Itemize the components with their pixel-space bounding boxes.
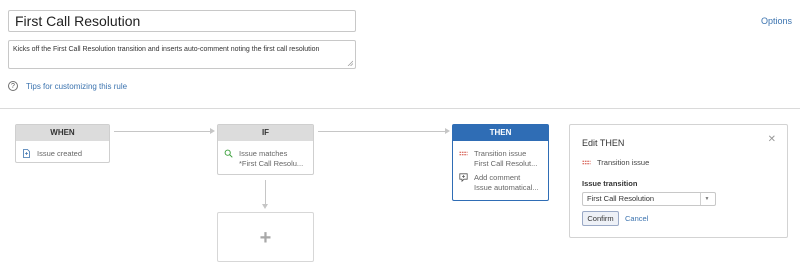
arrow-right-icon <box>445 128 450 134</box>
transition-icon <box>459 151 468 156</box>
tips-link[interactable]: Tips for customizing this rule <box>26 82 127 91</box>
resize-handle-icon[interactable] <box>347 60 353 66</box>
cancel-link[interactable]: Cancel <box>625 214 648 223</box>
chevron-down-icon[interactable]: ▼ <box>701 193 713 205</box>
if-item-line2: *First Call Resolu... <box>239 158 304 168</box>
connector-when-if <box>114 131 210 132</box>
document-icon <box>23 149 30 158</box>
search-icon <box>224 149 233 158</box>
if-node-header: IF <box>218 125 313 141</box>
if-item[interactable]: Issue matches *First Call Resolu... <box>218 149 313 168</box>
if-node[interactable]: IF Issue matches *First Call Resolu... <box>217 124 314 175</box>
when-item-label: Issue created <box>37 149 83 158</box>
arrow-down-icon <box>262 204 268 209</box>
confirm-button[interactable]: Confirm <box>582 211 619 226</box>
comment-icon <box>459 173 468 182</box>
rule-name-input[interactable]: First Call Resolution <box>8 10 356 32</box>
then-item-comment[interactable]: Add comment Issue automatical... <box>453 173 548 192</box>
then-item-transition[interactable]: Transition issue First Call Resolut... <box>453 149 548 168</box>
then-item-comment-line1: Add comment <box>474 173 521 182</box>
edit-panel-action: Transition issue <box>582 158 649 167</box>
then-item-transition-line2: First Call Resolut... <box>474 158 538 168</box>
edit-then-panel: Edit THEN ✕ Transition issue Issue trans… <box>569 124 788 238</box>
then-item-comment-line2: Issue automatical... <box>474 182 539 192</box>
plus-icon: + <box>259 227 272 249</box>
then-item-transition-line1: Transition issue <box>474 149 527 158</box>
edit-panel-action-label: Transition issue <box>597 158 650 167</box>
when-item[interactable]: Issue created <box>16 149 109 159</box>
when-node[interactable]: WHEN Issue created <box>15 124 110 163</box>
issue-transition-label: Issue transition <box>582 179 638 188</box>
edit-panel-title: Edit THEN <box>582 138 625 148</box>
close-icon[interactable]: ✕ <box>768 135 776 145</box>
if-item-line1: Issue matches <box>239 149 288 158</box>
when-node-header: WHEN <box>16 125 109 141</box>
issue-transition-select[interactable]: First Call Resolution ▼ <box>582 192 716 206</box>
tips-row: ? Tips for customizing this rule <box>8 80 127 92</box>
connector-if-add <box>265 180 266 204</box>
rule-description-textarea[interactable]: Kicks off the First Call Resolution tran… <box>8 40 356 69</box>
help-icon: ? <box>8 81 18 91</box>
issue-transition-value: First Call Resolution <box>587 194 655 203</box>
arrow-right-icon <box>210 128 215 134</box>
rule-description-text: Kicks off the First Call Resolution tran… <box>13 46 320 53</box>
add-component-button[interactable]: + <box>217 212 314 262</box>
section-divider <box>0 108 800 109</box>
connector-if-then <box>318 131 445 132</box>
then-node-header: THEN <box>453 125 548 141</box>
then-node[interactable]: THEN Transition issue First Call Resolut… <box>452 124 549 201</box>
transition-icon <box>582 160 591 165</box>
options-link[interactable]: Options <box>761 16 792 26</box>
